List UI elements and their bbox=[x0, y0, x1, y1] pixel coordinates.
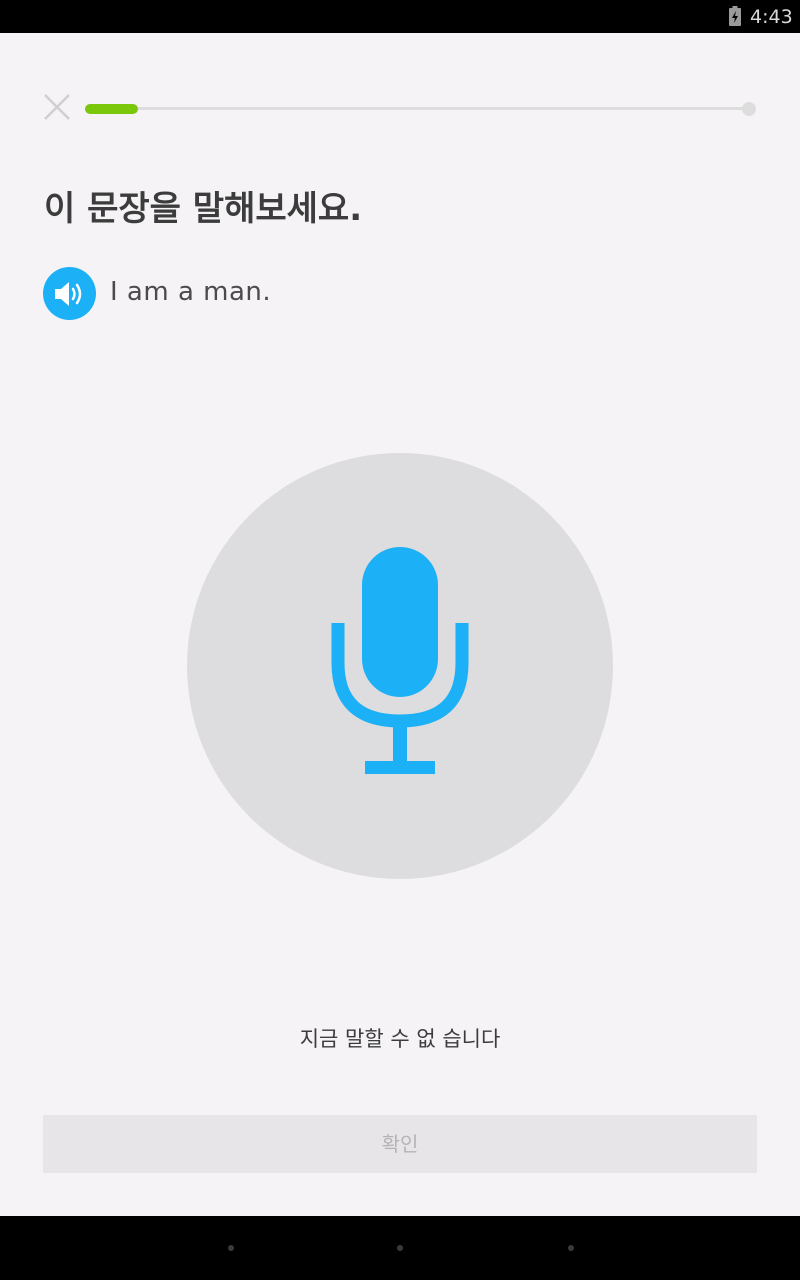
sentence-text: I am a man. bbox=[110, 277, 272, 307]
lesson-screen: 이 문장을 말해보세요. I am a man. 지금 말할 수 없 습니다 확… bbox=[0, 33, 800, 1216]
navigation-bar bbox=[0, 1216, 800, 1280]
prompt-title: 이 문장을 말해보세요. bbox=[44, 189, 363, 229]
progress-fill bbox=[85, 104, 138, 114]
nav-home-button[interactable] bbox=[397, 1245, 403, 1251]
speaker-icon bbox=[55, 282, 82, 306]
battery-charging-icon bbox=[729, 6, 741, 26]
close-button[interactable] bbox=[40, 90, 74, 124]
nav-back-button[interactable] bbox=[228, 1245, 234, 1251]
status-bar: 4:43 bbox=[0, 0, 800, 33]
lesson-progress-bar bbox=[85, 99, 757, 119]
check-button-label: 확인 bbox=[381, 1132, 419, 1156]
close-icon bbox=[44, 94, 70, 120]
play-audio-button[interactable] bbox=[43, 267, 96, 320]
cant-speak-now-link[interactable]: 지금 말할 수 없 습니다 bbox=[0, 1023, 800, 1053]
status-time: 4:43 bbox=[750, 6, 793, 28]
progress-track bbox=[85, 107, 749, 110]
nav-recents-button[interactable] bbox=[568, 1245, 574, 1251]
microphone-icon bbox=[331, 547, 469, 774]
microphone-button[interactable] bbox=[187, 453, 613, 879]
check-button[interactable]: 확인 bbox=[43, 1115, 757, 1173]
progress-end-dot bbox=[742, 102, 756, 116]
